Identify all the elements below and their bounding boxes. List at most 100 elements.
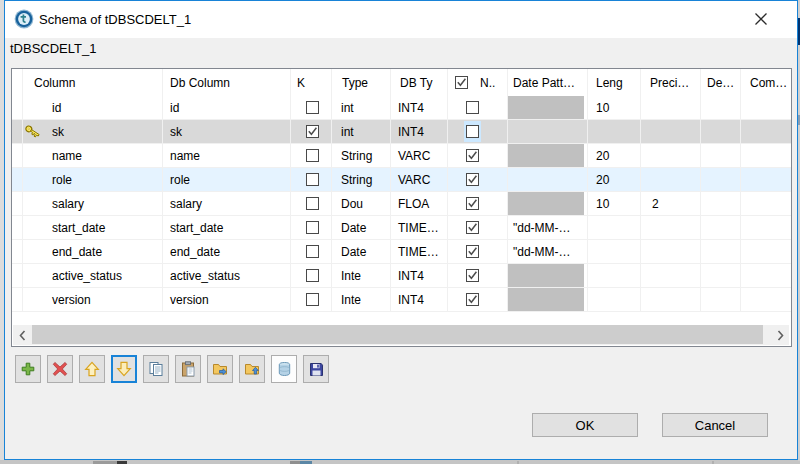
cell-key[interactable]	[291, 216, 332, 239]
key-checkbox[interactable]	[306, 125, 319, 138]
move-up-button[interactable]	[79, 355, 105, 383]
cell-column[interactable]: version	[23, 288, 163, 311]
cell-precision[interactable]	[641, 120, 701, 143]
cell-column[interactable]: role	[23, 168, 163, 191]
cell-db-type[interactable]: INT4	[391, 264, 448, 287]
cell-nullable[interactable]	[448, 168, 508, 191]
cell-pattern[interactable]	[508, 288, 588, 311]
cell-pattern[interactable]: "dd-MM-…	[508, 216, 588, 239]
key-checkbox[interactable]	[306, 221, 319, 234]
cell-key[interactable]	[291, 168, 332, 191]
cell-comment[interactable]	[741, 168, 791, 191]
ok-button[interactable]: OK	[532, 413, 638, 437]
scrollbar-thumb[interactable]	[32, 325, 763, 344]
cell-comment[interactable]	[741, 288, 791, 311]
cell-length[interactable]	[588, 240, 641, 263]
cell-length[interactable]	[588, 120, 641, 143]
cell-db-column[interactable]: name	[163, 144, 291, 167]
import-button[interactable]	[239, 355, 265, 383]
cell-column[interactable]: end_date	[23, 240, 163, 263]
cell-nullable[interactable]	[448, 120, 508, 143]
cell-key[interactable]	[291, 96, 332, 119]
scroll-left-button[interactable]	[13, 325, 31, 345]
cell-type[interactable]: Inte	[332, 264, 391, 287]
nullable-checkbox[interactable]	[466, 221, 479, 234]
nullable-checkbox[interactable]	[466, 173, 479, 186]
paste-button[interactable]	[175, 355, 201, 383]
cell-nullable[interactable]	[448, 144, 508, 167]
cell-comment[interactable]	[741, 96, 791, 119]
cell-db-column[interactable]: active_status	[163, 264, 291, 287]
cell-default[interactable]	[701, 168, 741, 191]
cancel-button[interactable]: Cancel	[662, 413, 768, 437]
cell-db-type[interactable]: INT4	[391, 288, 448, 311]
cell-type[interactable]: Date	[332, 216, 391, 239]
cell-type[interactable]: Date	[332, 240, 391, 263]
nullable-checkbox[interactable]	[466, 245, 479, 258]
cell-pattern[interactable]	[508, 192, 588, 215]
cell-column[interactable]: sk	[23, 120, 163, 143]
cell-db-column[interactable]: role	[163, 168, 291, 191]
cell-precision[interactable]	[641, 264, 701, 287]
nullable-checkbox[interactable]	[466, 269, 479, 282]
cell-db-type[interactable]: INT4	[391, 96, 448, 119]
cell-db-type[interactable]: FLOA	[391, 192, 448, 215]
cell-length[interactable]: 20	[588, 168, 641, 191]
cell-pattern[interactable]	[508, 96, 588, 119]
cell-key[interactable]	[291, 240, 332, 263]
cell-pattern[interactable]	[508, 168, 588, 191]
cell-precision[interactable]	[641, 288, 701, 311]
horizontal-scrollbar[interactable]	[13, 325, 789, 345]
cell-comment[interactable]	[741, 144, 791, 167]
cell-length[interactable]	[588, 264, 641, 287]
cell-type[interactable]: int	[332, 120, 391, 143]
cell-pattern[interactable]	[508, 120, 588, 143]
cell-db-type[interactable]: VARC	[391, 168, 448, 191]
cell-default[interactable]	[701, 240, 741, 263]
move-down-button[interactable]	[111, 355, 137, 383]
scroll-right-button[interactable]	[771, 325, 789, 345]
cell-pattern[interactable]: "dd-MM-…	[508, 240, 588, 263]
cell-db-column[interactable]: id	[163, 96, 291, 119]
key-checkbox[interactable]	[306, 269, 319, 282]
cell-nullable[interactable]	[448, 192, 508, 215]
nullable-checkbox[interactable]	[466, 197, 479, 210]
key-checkbox[interactable]	[306, 149, 319, 162]
cell-default[interactable]	[701, 288, 741, 311]
nullable-checkbox[interactable]	[466, 293, 479, 306]
cell-nullable[interactable]	[448, 264, 508, 287]
cell-key[interactable]	[291, 144, 332, 167]
cell-length[interactable]: 20	[588, 144, 641, 167]
cell-comment[interactable]	[741, 120, 791, 143]
cell-precision[interactable]	[641, 144, 701, 167]
cell-db-type[interactable]: INT4	[391, 120, 448, 143]
cell-precision[interactable]	[641, 240, 701, 263]
cell-default[interactable]	[701, 96, 741, 119]
table-row-start_date[interactable]: start_datestart_dateDateTIME…"dd-MM-…	[12, 216, 791, 240]
cell-pattern[interactable]	[508, 144, 588, 167]
cell-pattern[interactable]	[508, 264, 588, 287]
cell-type[interactable]: Inte	[332, 288, 391, 311]
export-button[interactable]	[207, 355, 233, 383]
cell-column[interactable]: salary	[23, 192, 163, 215]
table-row-active_status[interactable]: active_statusactive_status InteINT4	[12, 264, 791, 288]
cell-default[interactable]	[701, 120, 741, 143]
cell-key[interactable]	[291, 288, 332, 311]
cell-comment[interactable]	[741, 264, 791, 287]
cell-default[interactable]	[701, 264, 741, 287]
key-checkbox[interactable]	[306, 173, 319, 186]
key-checkbox[interactable]	[306, 101, 319, 114]
cell-column[interactable]: active_status	[23, 264, 163, 287]
cell-column[interactable]: start_date	[23, 216, 163, 239]
cell-db-column[interactable]: sk	[163, 120, 291, 143]
cell-length[interactable]: 10	[588, 192, 641, 215]
add-button[interactable]	[15, 355, 41, 383]
cell-length[interactable]	[588, 288, 641, 311]
close-button[interactable]	[745, 3, 777, 35]
cell-key[interactable]	[291, 192, 332, 215]
cell-comment[interactable]	[741, 192, 791, 215]
cell-precision[interactable]: 2	[641, 192, 701, 215]
cell-type[interactable]: String	[332, 144, 391, 167]
cell-precision[interactable]	[641, 216, 701, 239]
cell-type[interactable]: int	[332, 96, 391, 119]
